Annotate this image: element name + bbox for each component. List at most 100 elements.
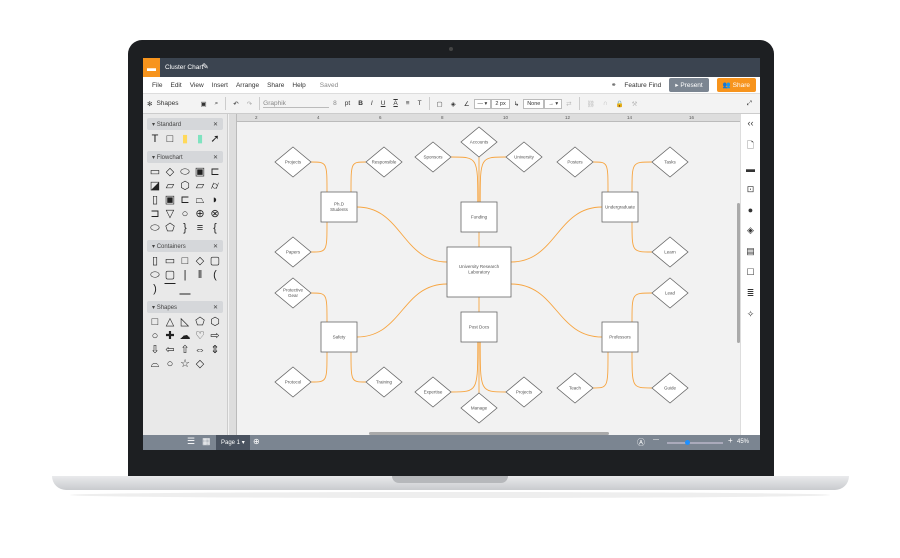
fullscreen-icon[interactable]: ⤢ [743, 100, 756, 108]
menu-arrange[interactable]: Arrange [236, 82, 259, 89]
shape-item[interactable]: ○ [179, 209, 191, 220]
shape-item[interactable]: ⏢ [194, 195, 206, 206]
zoom-out-button[interactable]: — [653, 437, 659, 443]
shape-item[interactable]: ) [149, 284, 161, 295]
grid-view-icon[interactable]: ▦ [202, 436, 211, 447]
font-unit-select[interactable]: pt [341, 100, 354, 107]
library-section-flowchart[interactable]: ▾ Flowchart ✕ [147, 151, 223, 163]
leaf-label[interactable]: Teach [569, 386, 582, 391]
shape-item[interactable]: ➚ [209, 134, 221, 145]
shape-item[interactable]: ⬡ [209, 317, 221, 328]
font-size-select[interactable]: 8 [329, 100, 341, 107]
leaf-label[interactable]: Training [376, 380, 393, 385]
share-button[interactable]: 👥 Share [716, 78, 756, 92]
shape-item[interactable]: T [149, 134, 161, 145]
shape-item[interactable]: ⊐ [149, 209, 161, 220]
shape-item[interactable]: ⬡ [179, 181, 191, 192]
menu-view[interactable]: View [190, 82, 204, 89]
node-label[interactable]: Safety [333, 335, 347, 340]
shape-item[interactable]: ▱ [194, 181, 206, 192]
search-icon[interactable]: ⌕ [211, 100, 223, 108]
leaf-label[interactable]: Learn [664, 250, 676, 255]
menu-help[interactable]: Help [292, 82, 305, 89]
database-icon[interactable]: ≣ [747, 288, 755, 299]
shape-item[interactable]: ▣ [164, 195, 176, 206]
menu-edit[interactable]: Edit [170, 82, 181, 89]
shape-item[interactable]: { [209, 223, 221, 234]
line-color-icon[interactable]: ∠ [460, 100, 474, 108]
magnet-icon[interactable]: ∩ [599, 100, 612, 107]
shape-item[interactable]: ⬭ [179, 167, 191, 178]
zoom-level[interactable]: 45% [737, 439, 749, 445]
shape-item[interactable]: ◪ [149, 181, 161, 192]
shape-item[interactable]: ▣ [194, 167, 206, 178]
shape-item[interactable]: ✚ [164, 331, 176, 342]
node-label[interactable]: Professors [609, 335, 631, 340]
shape-item[interactable]: ⇧ [179, 345, 191, 356]
border-icon[interactable]: ▢ [433, 100, 447, 108]
close-icon[interactable]: ✕ [213, 304, 218, 311]
leaf-label[interactable]: Tasks [664, 160, 676, 165]
shape-item[interactable]: ⬠ [194, 317, 206, 328]
arrow-start-select[interactable]: None [523, 98, 545, 109]
layers-icon[interactable]: ◈ [747, 225, 754, 236]
shape-item[interactable]: } [179, 223, 191, 234]
shape-item[interactable]: ⊕ [194, 209, 206, 220]
library-section-standard[interactable]: ▾ Standard ✕ [147, 118, 223, 130]
shape-item[interactable]: △ [164, 317, 176, 328]
leaf-label[interactable]: Projects [516, 390, 533, 395]
menu-file[interactable]: File [152, 82, 162, 89]
leaf-label[interactable]: Sponsors [423, 155, 443, 160]
link-icon[interactable]: ⛓ [583, 100, 599, 108]
leaf-label[interactable]: Projects [285, 160, 302, 165]
add-page-icon[interactable]: ⊕ [253, 437, 260, 446]
leaf-label[interactable]: Protocol [285, 380, 302, 385]
shape-item[interactable]: ⇦ [164, 345, 176, 356]
page-icon[interactable]: 🗋 [747, 138, 754, 154]
comment-icon[interactable]: ▬ [746, 164, 755, 174]
shape-item[interactable]: ♡ [194, 331, 206, 342]
fill-icon[interactable]: ◈ [447, 100, 460, 108]
library-section-containers[interactable]: ▾ Containers ✕ [147, 240, 223, 252]
zoom-slider[interactable] [667, 440, 723, 445]
shape-item[interactable]: □ [179, 256, 191, 267]
swap-icon[interactable]: ⇄ [562, 100, 575, 108]
shape-item[interactable]: ○ [164, 359, 176, 370]
shape-item[interactable]: ☁ [179, 331, 191, 342]
shape-item[interactable]: ⊏ [209, 167, 221, 178]
close-icon[interactable]: ✕ [213, 243, 218, 250]
zoom-in-button[interactable]: + [728, 436, 733, 445]
list-view-icon[interactable]: ☰ [187, 436, 195, 447]
pencil-icon[interactable]: ✎ [202, 62, 209, 71]
leaf-label[interactable]: Posters [567, 160, 583, 165]
line-style-select[interactable]: — ▾ [473, 98, 492, 109]
shape-item[interactable]: ▢ [164, 270, 176, 281]
chat-icon[interactable]: ☐ [746, 267, 754, 278]
node-label[interactable]: Funding [471, 215, 488, 220]
shape-item[interactable]: ⇨ [209, 331, 221, 342]
shape-item[interactable]: ▽ [164, 209, 176, 220]
text-options-icon[interactable]: T [414, 100, 426, 107]
shape-item[interactable]: ▮ [194, 134, 206, 145]
shape-item[interactable]: ◇ [194, 359, 206, 370]
leaf-label[interactable]: Guide [664, 386, 677, 391]
bold-button[interactable]: B [354, 100, 367, 107]
leaf-label[interactable]: Expertise [424, 390, 443, 395]
font-select[interactable]: Graphik [263, 100, 330, 108]
shape-item[interactable]: ( [209, 270, 221, 281]
shape-item[interactable]: ◇ [194, 256, 206, 267]
leaf-label[interactable]: Manage [471, 406, 488, 411]
shape-item[interactable]: ▢ [209, 256, 221, 267]
history-icon[interactable]: ● [748, 205, 753, 215]
align-icon[interactable]: ≡ [402, 100, 414, 107]
shape-item[interactable]: ⇩ [149, 345, 161, 356]
shape-item[interactable]: ▭ [149, 167, 161, 178]
line-width-select[interactable]: 2 px [491, 98, 510, 109]
presentation-icon[interactable]: ⊡ [747, 184, 755, 195]
shape-item[interactable]: ‖ [194, 270, 206, 281]
shape-item[interactable]: | [179, 270, 191, 281]
shape-item[interactable]: ▱ [164, 181, 176, 192]
wrench-icon[interactable]: ⚒ [628, 100, 642, 108]
font-color-button[interactable]: A [389, 100, 401, 107]
lock-icon[interactable]: 🔒 [612, 100, 628, 108]
